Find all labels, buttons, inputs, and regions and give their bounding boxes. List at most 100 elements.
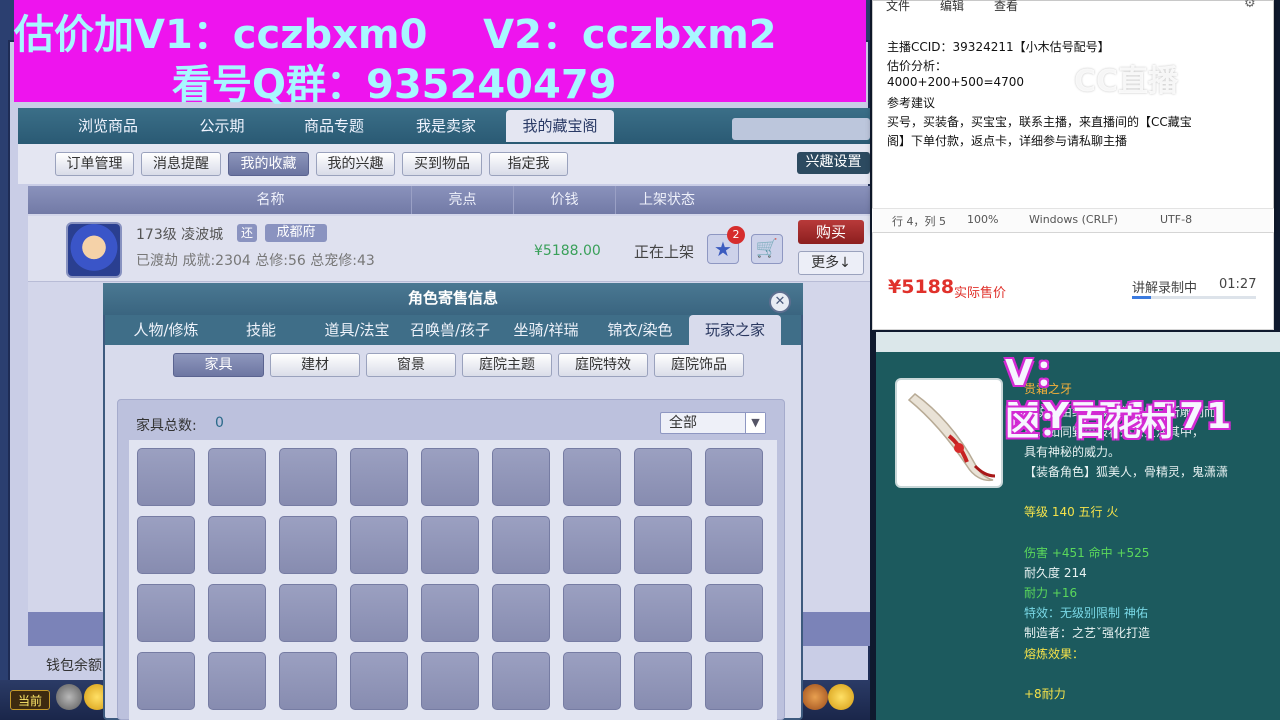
furniture-slot[interactable] [421, 448, 479, 506]
furniture-slot[interactable] [279, 448, 337, 506]
menu-file[interactable]: 文件 [886, 0, 910, 14]
tab-topics[interactable]: 商品专题 [282, 110, 386, 142]
furniture-slot[interactable] [279, 516, 337, 574]
notepad-line[interactable]: 参考建议 [887, 94, 935, 111]
tab-items-treasures[interactable]: 道具/法宝 [312, 315, 402, 345]
furniture-slot[interactable] [563, 584, 621, 642]
gear-icon[interactable]: ⚙ [1244, 0, 1256, 11]
furniture-slot[interactable] [350, 516, 408, 574]
furniture-slot[interactable] [634, 516, 692, 574]
furniture-slot[interactable] [208, 652, 266, 710]
category-courtyard-theme[interactable]: 庭院主题 [462, 353, 552, 377]
message-reminder-button[interactable]: 消息提醒 [141, 152, 221, 176]
furniture-slot[interactable] [492, 584, 550, 642]
notepad-line[interactable]: 阁】下单付款，返点卡，详细参与请私聊主播 [887, 132, 1127, 149]
search-input[interactable] [732, 118, 870, 140]
my-interests-button[interactable]: 我的兴趣 [316, 152, 395, 176]
furniture-slot[interactable] [563, 652, 621, 710]
furniture-slot[interactable] [492, 448, 550, 506]
tab-browse-goods[interactable]: 浏览商品 [56, 110, 160, 142]
tab-skills[interactable]: 技能 [217, 315, 305, 345]
cursor-position: 行 4，列 5 [892, 215, 946, 228]
wallet-balance-label: 钱包余额 [46, 658, 102, 674]
furniture-slot[interactable] [705, 584, 763, 642]
tab-mounts[interactable]: 坐骑/祥瑞 [500, 315, 592, 345]
item-description-line: 具有神秘的威力。 [1024, 445, 1121, 459]
furniture-slot[interactable] [705, 652, 763, 710]
more-button[interactable]: 更多↓ [798, 251, 864, 275]
cc-live-watermark: CC直播 [1074, 64, 1179, 99]
recording-status: 讲解录制中 [1132, 281, 1198, 296]
my-favorites-button[interactable]: 我的收藏 [228, 152, 309, 176]
recording-progress-fill [1132, 296, 1151, 299]
furniture-slot[interactable] [137, 448, 195, 506]
furniture-slot[interactable] [563, 516, 621, 574]
furniture-slot[interactable] [137, 516, 195, 574]
dialog-title: 角色寄售信息 [407, 289, 498, 307]
furniture-slot[interactable] [634, 584, 692, 642]
furniture-slot[interactable] [350, 448, 408, 506]
item-level-element: 等级 140 五行 火 [1024, 505, 1119, 519]
furniture-slot[interactable] [421, 652, 479, 710]
column-listing-status: 上架状态 [639, 192, 695, 208]
notepad-line[interactable]: 主播CCID：39324211【小木估号配号】 [887, 38, 1110, 55]
tab-announcement[interactable]: 公示期 [170, 110, 274, 142]
category-furniture[interactable]: 家具 [173, 353, 264, 377]
food-icon[interactable] [802, 684, 828, 710]
furniture-slot[interactable] [279, 584, 337, 642]
smiley-icon[interactable] [828, 684, 854, 710]
buy-button[interactable]: 购买 [798, 220, 864, 244]
cart-icon[interactable]: 🛒 [751, 234, 783, 264]
furniture-slot[interactable] [563, 448, 621, 506]
furniture-slot[interactable] [705, 448, 763, 506]
furniture-slot[interactable] [492, 516, 550, 574]
furniture-slot[interactable] [137, 652, 195, 710]
menu-edit[interactable]: 编辑 [940, 0, 964, 14]
furniture-slot[interactable] [421, 584, 479, 642]
item-forge-bonus: +8耐力 [1024, 687, 1066, 701]
current-channel-button[interactable]: 当前 [10, 690, 50, 710]
furniture-slot[interactable] [421, 516, 479, 574]
furniture-slot[interactable] [634, 448, 692, 506]
tab-summons-children[interactable]: 召唤兽/孩子 [402, 315, 498, 345]
furniture-count-value: 0 [215, 415, 224, 431]
designated-me-button[interactable]: 指定我 [489, 152, 568, 176]
furniture-slot[interactable] [208, 516, 266, 574]
furniture-slot-grid [129, 440, 777, 720]
notepad-line[interactable]: 买号，买装备，买宝宝，联系主播，来直播间的【CC藏宝 [887, 113, 1192, 130]
furniture-slot[interactable] [350, 652, 408, 710]
purchased-items-button[interactable]: 买到物品 [402, 152, 482, 176]
furniture-slot[interactable] [279, 652, 337, 710]
tab-character-cultivation[interactable]: 人物/修炼 [115, 315, 217, 345]
item-endurance: 耐力 +16 [1024, 586, 1078, 600]
row-price: ¥5188.00 [534, 243, 601, 259]
furniture-slot[interactable] [634, 652, 692, 710]
furniture-slot[interactable] [137, 584, 195, 642]
order-management-button[interactable]: 订单管理 [55, 152, 134, 176]
furniture-slot[interactable] [208, 584, 266, 642]
furniture-slot[interactable] [705, 516, 763, 574]
actual-sale-price: ¥5188 [888, 276, 955, 298]
close-icon[interactable]: ✕ [769, 291, 791, 313]
notepad-line[interactable]: 4000+200+500=4700 [887, 75, 1024, 89]
microphone-icon[interactable] [56, 684, 82, 710]
menu-view[interactable]: 查看 [994, 0, 1018, 14]
furniture-slot[interactable] [492, 652, 550, 710]
tab-my-pavilion[interactable]: 我的藏宝阁 [506, 110, 614, 142]
tab-seller[interactable]: 我是卖家 [394, 110, 498, 142]
tab-outfits-dye[interactable]: 锦衣/染色 [594, 315, 686, 345]
column-name: 名称 [130, 186, 412, 214]
category-window-view[interactable]: 窗景 [366, 353, 456, 377]
item-equip-roles: 【装备角色】狐美人，骨精灵，鬼潇潇 [1024, 465, 1229, 479]
chevron-down-icon[interactable]: ▼ [745, 413, 765, 433]
category-courtyard-decor[interactable]: 庭院饰品 [654, 353, 744, 377]
furniture-slot[interactable] [350, 584, 408, 642]
category-building-materials[interactable]: 建材 [270, 353, 360, 377]
category-courtyard-effects[interactable]: 庭院特效 [558, 353, 648, 377]
furniture-slot[interactable] [208, 448, 266, 506]
tab-player-home[interactable]: 玩家之家 [689, 315, 781, 345]
overlay-server-region: 区：百花村 [1005, 404, 1175, 444]
interest-settings-button[interactable]: 兴趣设置 [797, 152, 870, 174]
column-highlights: 亮点 [412, 186, 514, 214]
notepad-line[interactable]: 估价分析： [887, 57, 947, 74]
